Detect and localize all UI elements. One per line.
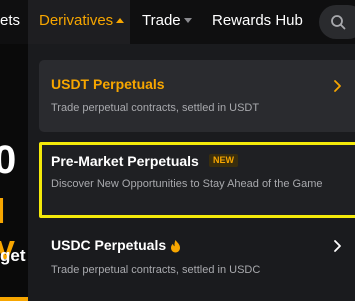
usdt-perpetuals-description: Trade perpetual contracts, settled in US… bbox=[51, 102, 260, 114]
usdc-perpetuals-title: USDC Perpetuals bbox=[51, 237, 167, 253]
pre-market-perpetuals-description: Discover New Opportunities to Stay Ahead… bbox=[51, 178, 323, 190]
top-navigation: ets Derivatives Trade Rewards Hub bbox=[0, 0, 355, 44]
new-badge: NEW bbox=[209, 154, 238, 167]
caret-down-icon bbox=[183, 18, 192, 23]
hero-accent-strip bbox=[0, 297, 28, 301]
chevron-right-icon bbox=[334, 240, 341, 252]
search-icon bbox=[331, 15, 346, 30]
menu-item-usdt-perpetuals[interactable]: USDT Perpetuals Trade perpetual contract… bbox=[39, 60, 355, 132]
nav-item-trade[interactable]: Trade bbox=[142, 0, 192, 44]
pre-market-perpetuals-title: Pre-Market Perpetuals bbox=[51, 153, 199, 169]
search-button[interactable] bbox=[319, 5, 355, 39]
hero-big-text: 0 bbox=[0, 138, 17, 182]
nav-item-rewards-hub[interactable]: Rewards Hub bbox=[212, 0, 303, 44]
caret-up-icon bbox=[116, 18, 125, 23]
derivatives-dropdown: USDT Perpetuals Trade perpetual contract… bbox=[28, 44, 355, 301]
background-hero: 0 l v get bbox=[0, 44, 28, 301]
menu-item-pre-market-perpetuals[interactable]: Pre-Market Perpetuals NEW Discover New O… bbox=[39, 142, 355, 218]
nav-item-derivatives[interactable]: Derivatives bbox=[28, 0, 130, 44]
usdc-perpetuals-description: Trade perpetual contracts, settled in US… bbox=[51, 264, 261, 276]
chevron-right-icon bbox=[334, 80, 341, 92]
nav-item-partial[interactable]: ets bbox=[0, 0, 20, 44]
nav-derivatives-label: Derivatives bbox=[39, 12, 114, 29]
menu-item-usdc-perpetuals[interactable]: USDC Perpetuals Trade perpetual contract… bbox=[39, 227, 355, 297]
flame-icon bbox=[171, 240, 180, 253]
usdt-perpetuals-title: USDT Perpetuals bbox=[51, 76, 165, 92]
nav-trade-label: Trade bbox=[142, 12, 181, 29]
hero-small-text: get bbox=[0, 246, 26, 265]
